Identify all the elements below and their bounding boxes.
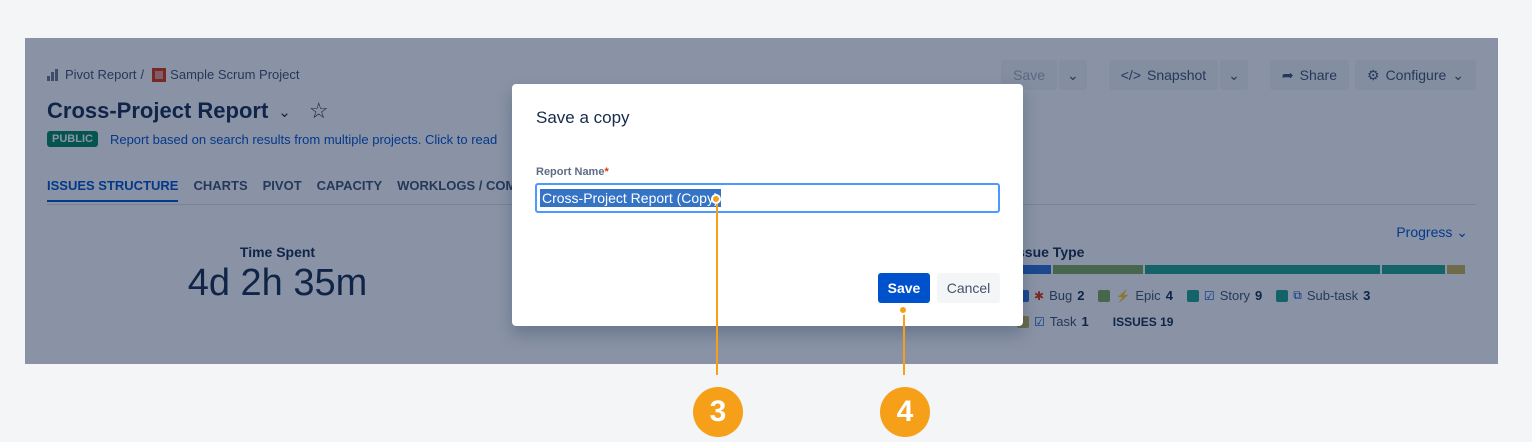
callout-3-dot	[711, 194, 721, 204]
dialog-title: Save a copy	[536, 108, 630, 127]
save-copy-dialog: Save a copy Report Name* Cross-Project R…	[512, 84, 1023, 326]
report-name-input[interactable]: Cross-Project Report (Copy)	[535, 183, 1000, 213]
callout-4-dot	[898, 305, 908, 315]
callout-3-badge: 3	[693, 387, 743, 437]
dialog-save-button[interactable]: Save	[878, 273, 930, 303]
callout-4-line	[903, 311, 905, 375]
callout-4-badge: 4	[880, 387, 930, 437]
report-name-value: Cross-Project Report (Copy)	[540, 189, 721, 207]
report-name-label: Report Name*	[536, 166, 609, 178]
callout-3-line	[716, 200, 718, 375]
required-mark: *	[604, 166, 609, 178]
dialog-cancel-button[interactable]: Cancel	[937, 273, 1000, 303]
